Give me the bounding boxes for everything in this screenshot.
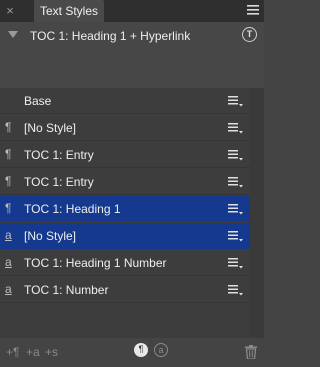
- style-row[interactable]: Base: [0, 88, 250, 114]
- style-label: [No Style]: [24, 229, 77, 243]
- style-row[interactable]: ¶ TOC 1: Entry: [0, 142, 250, 168]
- add-character-style-button[interactable]: +a: [26, 345, 40, 361]
- row-menu-icon[interactable]: [228, 230, 244, 242]
- paragraph-filter-toggle-icon[interactable]: ¶: [134, 343, 148, 357]
- row-menu-icon[interactable]: [228, 284, 244, 296]
- style-row[interactable]: a TOC 1: Heading 1 Number: [0, 250, 250, 276]
- add-paragraph-style-button[interactable]: +¶: [6, 345, 19, 361]
- close-icon[interactable]: ×: [3, 4, 17, 18]
- style-preview: TOC 1: Heading 1 + Hyperlink T: [0, 22, 264, 92]
- collapse-arrow-icon[interactable]: [8, 31, 18, 38]
- paragraph-icon: ¶: [5, 174, 12, 188]
- paragraph-icon: ¶: [5, 120, 12, 134]
- style-label: TOC 1: Entry: [24, 175, 94, 189]
- paragraph-icon: ¶: [5, 201, 12, 215]
- text-style-badge-icon[interactable]: T: [242, 27, 257, 42]
- preview-style-name: TOC 1: Heading 1 + Hyperlink: [30, 29, 191, 43]
- style-label: TOC 1: Heading 1 Number: [24, 256, 167, 270]
- style-label: TOC 1: Number: [24, 283, 109, 297]
- panel-tab-bar: × Text Styles: [0, 0, 264, 22]
- style-list: Base ¶ [No Style] ¶ TOC 1: Entry ¶ TOC 1…: [0, 88, 250, 338]
- tab-text-styles[interactable]: Text Styles: [34, 0, 104, 22]
- row-menu-icon[interactable]: [228, 176, 244, 188]
- style-row[interactable]: ¶ TOC 1: Entry: [0, 169, 250, 195]
- row-menu-icon[interactable]: [228, 203, 244, 215]
- character-style-icon: a: [5, 228, 12, 242]
- paragraph-icon: ¶: [5, 147, 12, 161]
- style-label: TOC 1: Entry: [24, 148, 94, 162]
- style-label: [No Style]: [24, 121, 77, 135]
- style-row-selected[interactable]: ¶ TOC 1: Heading 1: [0, 196, 250, 222]
- row-menu-icon[interactable]: [228, 149, 244, 161]
- style-label: TOC 1: Heading 1: [24, 202, 121, 216]
- vertical-scrollbar[interactable]: [250, 88, 264, 338]
- character-style-icon: a: [5, 255, 12, 269]
- row-menu-icon[interactable]: [228, 257, 244, 269]
- add-style-group-button[interactable]: +s: [45, 345, 58, 361]
- character-filter-toggle-icon[interactable]: a: [154, 343, 168, 357]
- row-menu-icon[interactable]: [228, 122, 244, 134]
- trash-icon[interactable]: [245, 345, 257, 359]
- style-label: Base: [24, 94, 52, 108]
- bottom-toolbar: +¶ +a +s ¶ a: [0, 338, 264, 367]
- panel-menu-icon[interactable]: [246, 3, 260, 17]
- style-row[interactable]: ¶ [No Style]: [0, 115, 250, 141]
- style-row[interactable]: a TOC 1: Number: [0, 277, 250, 303]
- character-style-icon: a: [5, 282, 12, 296]
- tab-label: Text Styles: [40, 4, 99, 18]
- style-row-selected[interactable]: a [No Style]: [0, 223, 250, 249]
- row-menu-icon[interactable]: [228, 95, 244, 107]
